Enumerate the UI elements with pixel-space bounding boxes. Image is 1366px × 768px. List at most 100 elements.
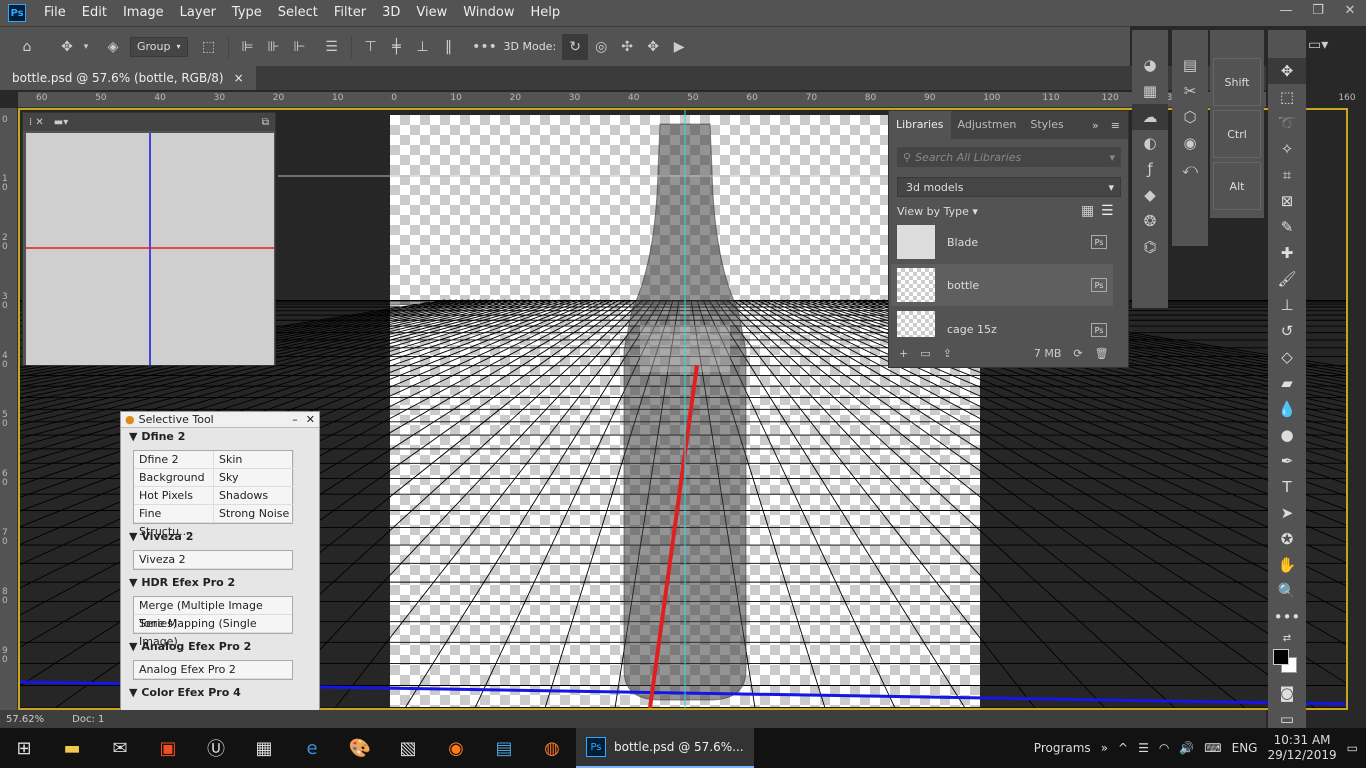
orbit-3d-icon[interactable]: ↻ [562,33,589,60]
libraries-icon[interactable]: ☁ [1132,104,1168,130]
control-panel-icon[interactable]: ▤ [480,728,528,768]
gradient-tool-icon[interactable]: ▰ [1268,370,1306,396]
more-options-icon[interactable]: ••• [472,34,498,60]
upload-icon[interactable]: ⇪ [943,347,952,360]
section-analog-efex-pro-2[interactable]: ▼ Analog Efex Pro 2 [121,638,319,656]
dodge-tool-icon[interactable]: ● [1268,422,1306,448]
menu-edit[interactable]: Edit [74,0,115,26]
menu-type[interactable]: Type [224,0,270,26]
blender-icon[interactable]: ◍ [528,728,576,768]
mail-icon[interactable]: ✉ [96,728,144,768]
view-by-type-dropdown[interactable]: View by Type ▾ [897,205,978,218]
more-tools-icon[interactable]: ••• [1268,604,1306,630]
color-palette-icon[interactable]: ◕ [1132,52,1168,78]
foreground-color-swatch[interactable] [1273,649,1289,665]
eyedropper-icon[interactable]: ✎ [1268,214,1306,240]
wifi-icon[interactable]: ◠ [1159,741,1169,755]
document-info[interactable]: Doc: 1 [72,714,104,725]
add-content-icon[interactable]: + [899,347,908,360]
align-left-icon[interactable]: ⊫ [235,34,261,60]
frame-tool-icon[interactable]: ⊠ [1268,188,1306,214]
taskbar-photoshop-window[interactable]: Ps bottle.psd @ 57.6%... [576,728,754,768]
edge-icon[interactable]: e [288,728,336,768]
home-icon[interactable]: ⌂ [14,34,40,60]
menu-select[interactable]: Select [270,0,326,26]
properties-icon[interactable]: ▤ [1172,52,1208,78]
option-analog-efex-pro-2[interactable]: Analog Efex Pro 2 [134,661,292,679]
toolbar-expand-icon[interactable]: » [1101,741,1108,755]
list-view-icon[interactable]: ☰ [1101,203,1114,219]
library-search-input[interactable]: ⚲ Search All Libraries ▾ [897,147,1121,167]
restore-button[interactable]: ❐ [1302,0,1334,26]
close-window-button[interactable]: ✕ [1334,0,1366,26]
option-background[interactable]: Background [134,469,214,487]
minimize-icon[interactable]: – [292,413,298,426]
notifications-icon[interactable]: ▭ [1347,741,1358,755]
secondary-view-panel[interactable]: ⁞ ✕ ▬▾ ⧉ [22,112,276,366]
library-item-blade[interactable]: Blade Ps [891,221,1113,263]
drag-3d-icon[interactable]: ✣ [614,34,640,60]
type-tool-icon[interactable]: T [1268,474,1306,500]
option-fine-structure[interactable]: Fine Structu... [134,505,214,538]
section-viveza-2[interactable]: ▼ Viveza 2 [121,528,319,546]
workspace-icon[interactable]: ▭▾ [1308,37,1328,53]
magic-wand-icon[interactable]: ✧ [1268,136,1306,162]
sync-icon[interactable]: ⟳ [1073,347,1082,360]
panel-menu-icon[interactable]: ⁞ ✕ [29,117,44,128]
show-hidden-icons[interactable]: ^ [1118,741,1128,755]
channels-icon[interactable]: ❂ [1132,208,1168,234]
styles-fx-icon[interactable]: ƒ [1132,156,1168,182]
folder-icon[interactable]: ▭ [920,347,930,360]
section-hdr-efex-pro-2[interactable]: ▼ HDR Efex Pro 2 [121,574,319,592]
photos-icon[interactable]: ▧ [384,728,432,768]
language-indicator[interactable]: ENG [1232,741,1258,755]
option-merge[interactable]: Merge (Multiple Image Series) [134,597,292,630]
eraser-icon[interactable]: ◇ [1268,344,1306,370]
shift-key-button[interactable]: Shift [1213,58,1261,106]
zoom-tool-icon[interactable]: 🔍 [1268,578,1306,604]
programs-toolbar[interactable]: Programs [1034,741,1091,755]
menu-3d[interactable]: 3D [374,0,408,26]
align-right-icon[interactable]: ⊩ [287,34,313,60]
align-center-icon[interactable]: ⊪ [261,34,287,60]
volume-icon[interactable]: 🔊 [1179,741,1194,755]
section-dfine-2[interactable]: ▼ Dfine 2 [121,428,319,446]
align-top-icon[interactable]: ⊤ [358,34,384,60]
menu-help[interactable]: Help [523,0,569,26]
library-item-cage[interactable]: cage 15z Ps [891,307,1113,337]
move-tool-icon[interactable]: ✥ [1268,58,1306,84]
chevron-down-icon[interactable]: ▾ [80,34,92,60]
option-viveza-2[interactable]: Viveza 2 [134,551,292,569]
roll-3d-icon[interactable]: ◎ [588,34,614,60]
menu-filter[interactable]: Filter [326,0,374,26]
path-selection-icon[interactable]: ➤ [1268,500,1306,526]
network-icon[interactable]: ☰ [1138,741,1149,755]
alt-key-button[interactable]: Alt [1213,162,1261,210]
panel-menu-icon[interactable]: ≡ [1111,119,1120,132]
option-dfine-2[interactable]: Dfine 2 [134,451,214,469]
close-tab-icon[interactable]: × [234,71,244,85]
align-middle-icon[interactable]: ╪ [384,34,410,60]
shape-tool-icon[interactable]: ✪ [1268,526,1306,552]
option-sky[interactable]: Sky [214,469,294,487]
menu-layer[interactable]: Layer [172,0,224,26]
file-explorer-icon[interactable]: ▬ [48,728,96,768]
history-brush-icon[interactable]: ↺ [1268,318,1306,344]
zoom-level[interactable]: 57.62% [6,714,44,725]
option-tone-mapping[interactable]: Tone Mapping (Single Image) [134,615,292,648]
swap-view-icon[interactable]: ⧉ [262,117,269,128]
swap-colors-icon[interactable]: ⇄ [1268,630,1306,646]
blur-tool-icon[interactable]: 💧 [1268,396,1306,422]
close-icon[interactable]: ✕ [306,413,315,426]
hand-tool-icon[interactable]: ✋ [1268,552,1306,578]
ctrl-key-button[interactable]: Ctrl [1213,110,1261,158]
tab-styles[interactable]: Styles [1023,111,1070,139]
adjustments-icon[interactable]: ◐ [1132,130,1168,156]
navigator-icon[interactable]: ◉ [1172,130,1208,156]
quick-mask-icon[interactable]: ◙ [1268,680,1306,706]
option-shadows[interactable]: Shadows [214,487,294,505]
menu-image[interactable]: Image [115,0,172,26]
brush-tool-icon[interactable]: 🖌 [1268,266,1306,292]
camera-view-icon[interactable]: ▬▾ [54,117,68,128]
healing-brush-icon[interactable]: ✚ [1268,240,1306,266]
